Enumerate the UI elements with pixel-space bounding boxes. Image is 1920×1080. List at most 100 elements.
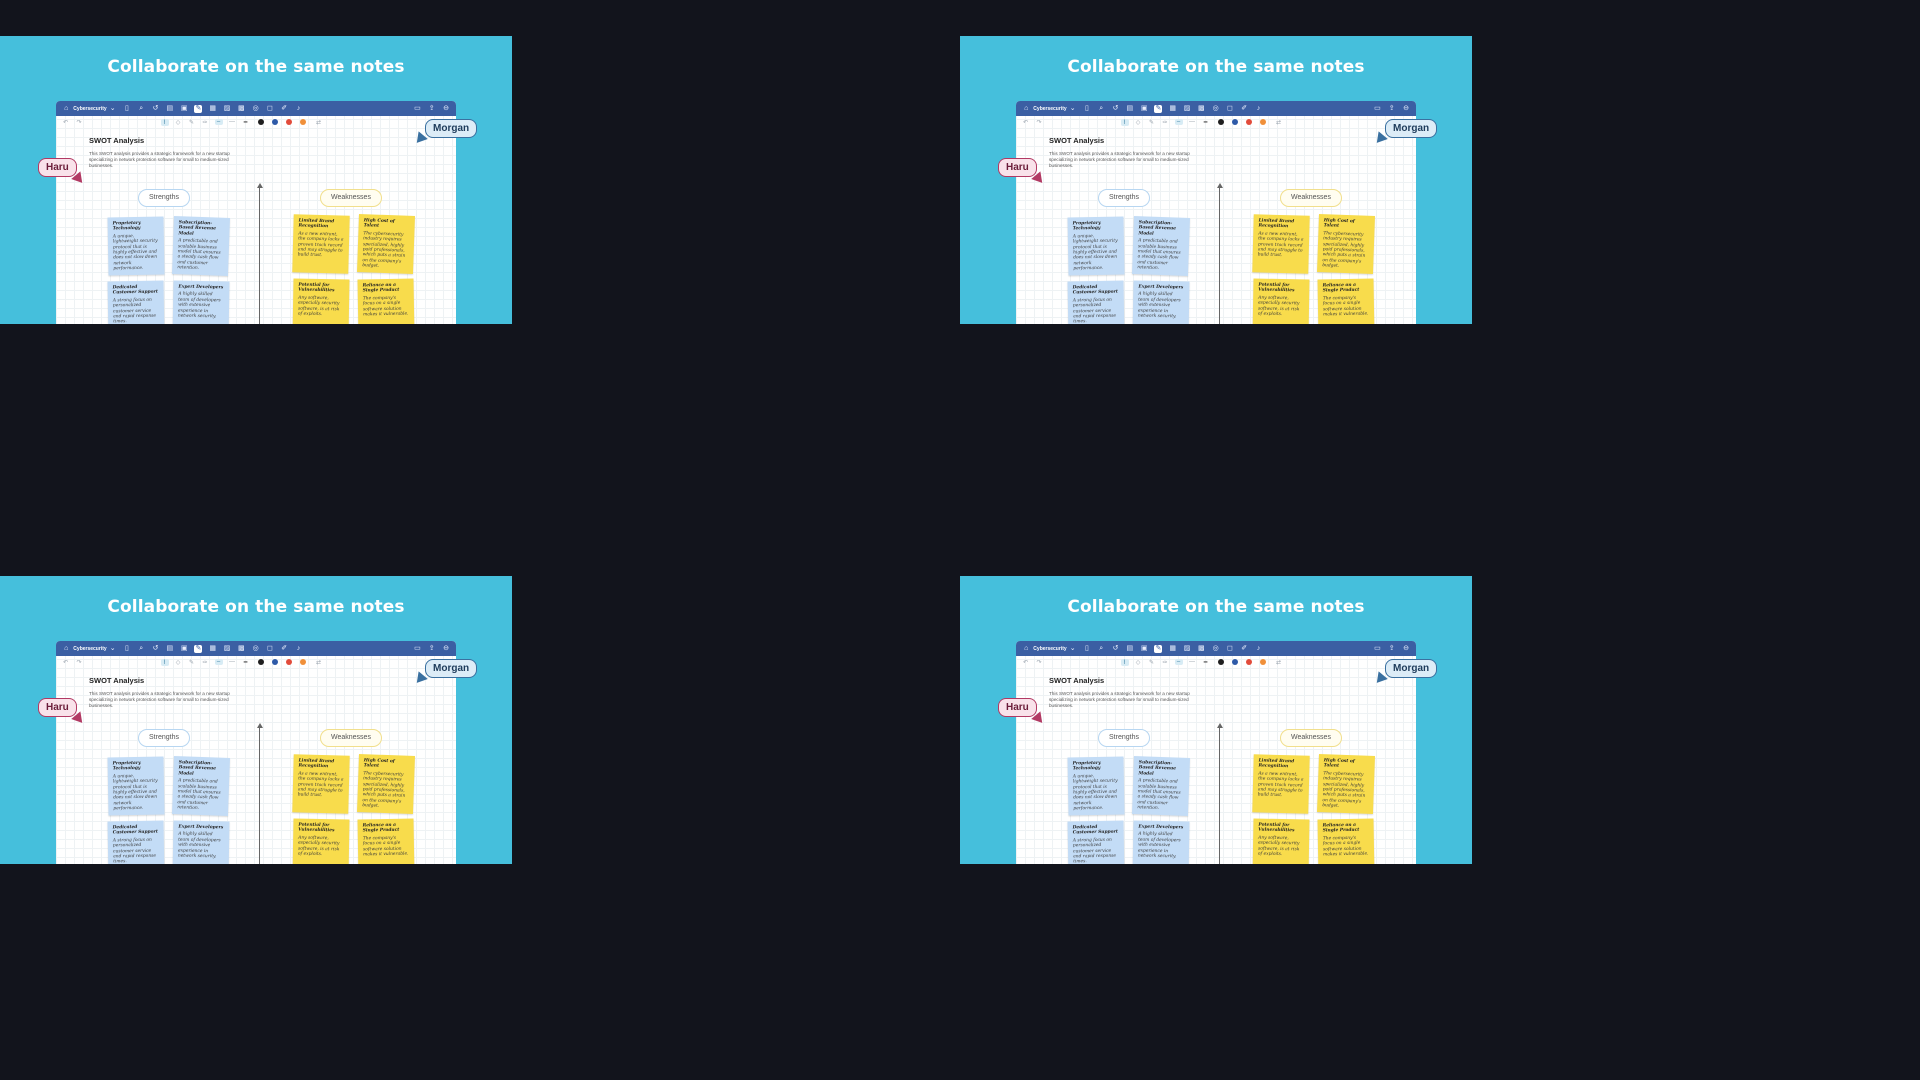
color-swatch-blue[interactable]	[271, 659, 278, 665]
sticky-note[interactable]: Potential for Vulnerabilities Any softwar…	[292, 818, 350, 864]
thick-stroke-icon[interactable]: ━	[1202, 119, 1210, 126]
sticky-note[interactable]: Expert Developers A highly skilled team o…	[1132, 280, 1190, 324]
mic-icon[interactable]: ♪	[1255, 105, 1263, 113]
sticky-note[interactable]: Potential for Vulnerabilities Any softwar…	[1252, 278, 1310, 324]
layout-icon[interactable]: ▣	[180, 645, 188, 653]
thick-stroke-icon[interactable]: ━	[242, 659, 250, 666]
highlighter-icon[interactable]: ✑	[1161, 119, 1169, 126]
sticky-note[interactable]: Subscription-Based Revenue Model A predic…	[1132, 756, 1190, 816]
thick-stroke-icon[interactable]: ━	[242, 119, 250, 126]
medium-stroke-icon[interactable]: —	[1188, 659, 1196, 665]
more-icon[interactable]: ⊖	[1402, 105, 1410, 113]
shapes-icon[interactable]: ◎	[252, 105, 260, 113]
chevron-down-icon[interactable]: ⌄	[1069, 105, 1077, 113]
redo-icon[interactable]: ↷	[1035, 659, 1043, 666]
color-swatch-red[interactable]	[285, 659, 292, 665]
sticky-note[interactable]: Potential for Vulnerabilities Any softwar…	[1252, 818, 1310, 864]
share-icon[interactable]: ⇪	[1388, 105, 1396, 113]
sticky-note[interactable]: Subscription-Based Revenue Model A predic…	[172, 756, 230, 816]
sticky-note[interactable]: Dedicated Customer Support A strong focus…	[107, 280, 165, 324]
thick-stroke-icon[interactable]: ━	[1202, 659, 1210, 666]
sidebar-icon[interactable]: ▯	[1083, 105, 1091, 113]
color-swatch-orange[interactable]	[299, 119, 306, 125]
sticker-icon[interactable]: ▩	[237, 105, 245, 113]
sticky-note[interactable]: Dedicated Customer Support A strong focus…	[1067, 820, 1125, 864]
more-tools-icon[interactable]: ⇄	[1275, 659, 1283, 666]
redo-icon[interactable]: ↷	[75, 119, 83, 126]
sticky-note[interactable]: Limited Brand Recognition As a new entran…	[1252, 754, 1310, 814]
table-icon[interactable]: ▦	[209, 645, 217, 653]
undo-icon[interactable]: ↶	[62, 659, 70, 666]
highlighter-icon[interactable]: ✑	[201, 659, 209, 666]
pen-tool-icon[interactable]: ✎	[1148, 659, 1156, 666]
color-swatch-blue[interactable]	[1231, 119, 1238, 125]
lasso-icon[interactable]: ⌇	[1120, 658, 1129, 666]
sticky-note[interactable]: Subscription-Based Revenue Model A predic…	[1132, 216, 1190, 276]
doc-icon[interactable]: ▭	[1373, 105, 1381, 113]
highlighter-icon[interactable]: ✑	[201, 119, 209, 126]
sticky-note[interactable]: Proprietary Technology A unique, lightwei…	[1067, 216, 1125, 276]
sticky-note[interactable]: Expert Developers A highly skilled team o…	[1132, 820, 1190, 864]
color-swatch-orange[interactable]	[1259, 119, 1266, 125]
doc-icon[interactable]: ▭	[413, 105, 421, 113]
undo-icon[interactable]: ↺	[1112, 645, 1120, 653]
more-icon[interactable]: ⊖	[1402, 645, 1410, 653]
image-icon[interactable]: ▨	[223, 645, 231, 653]
undo-icon[interactable]: ↶	[62, 119, 70, 126]
medium-stroke-icon[interactable]: —	[228, 659, 236, 665]
share-icon[interactable]: ⇪	[428, 645, 436, 653]
home-icon[interactable]: ⌂	[62, 105, 70, 113]
image-icon[interactable]: ▨	[1183, 645, 1191, 653]
undo-icon[interactable]: ↶	[1022, 659, 1030, 666]
sticky-note[interactable]: Limited Brand Recognition As a new entran…	[1252, 214, 1310, 274]
sticky-note[interactable]: Reliance on a Single Product The company'…	[357, 818, 415, 864]
sticker-icon[interactable]: ▩	[1197, 105, 1205, 113]
pen-icon[interactable]: ✎	[194, 644, 203, 653]
home-icon[interactable]: ⌂	[62, 645, 70, 653]
sticky-note[interactable]: High Cost of Talent The cybersecurity ind…	[357, 214, 415, 274]
sticky-note[interactable]: Reliance on a Single Product The company'…	[1317, 278, 1375, 324]
mic-icon[interactable]: ♪	[1255, 645, 1263, 653]
color-swatch-black[interactable]	[257, 119, 264, 125]
share-icon[interactable]: ⇪	[1388, 645, 1396, 653]
medium-stroke-icon[interactable]: —	[1188, 119, 1196, 125]
color-swatch-red[interactable]	[1245, 119, 1252, 125]
bookmark-icon[interactable]: ▤	[1126, 645, 1134, 653]
pencil-icon[interactable]: ✐	[1240, 645, 1248, 653]
sidebar-icon[interactable]: ▯	[123, 105, 131, 113]
sticky-note[interactable]: Potential for Vulnerabilities Any softwar…	[292, 278, 350, 324]
document-name[interactable]: Cybersecurity	[73, 646, 106, 652]
eraser-icon[interactable]: ◇	[1134, 119, 1142, 126]
shapes-icon[interactable]: ◎	[252, 645, 260, 653]
color-swatch-black[interactable]	[1217, 119, 1224, 125]
color-swatch-black[interactable]	[1217, 659, 1224, 665]
color-swatch-orange[interactable]	[1259, 659, 1266, 665]
bookmark-icon[interactable]: ▤	[1126, 105, 1134, 113]
comment-icon[interactable]: ◻	[266, 105, 274, 113]
color-swatch-blue[interactable]	[271, 119, 278, 125]
bookmark-icon[interactable]: ▤	[166, 105, 174, 113]
table-icon[interactable]: ▦	[209, 105, 217, 113]
color-swatch-red[interactable]	[285, 119, 292, 125]
sticky-note[interactable]: Proprietary Technology A unique, lightwei…	[107, 756, 165, 816]
sticky-note[interactable]: Subscription-Based Revenue Model A predic…	[172, 216, 230, 276]
color-swatch-red[interactable]	[1245, 659, 1252, 665]
undo-icon[interactable]: ↺	[152, 105, 160, 113]
bookmark-icon[interactable]: ▤	[166, 645, 174, 653]
sticky-note[interactable]: High Cost of Talent The cybersecurity ind…	[1317, 214, 1375, 274]
document-name[interactable]: Cybersecurity	[1033, 106, 1066, 112]
more-icon[interactable]: ⊖	[442, 105, 450, 113]
sticky-note[interactable]: Expert Developers A highly skilled team o…	[172, 280, 230, 324]
highlighter-icon[interactable]: ✑	[1161, 659, 1169, 666]
color-swatch-orange[interactable]	[299, 659, 306, 665]
chevron-down-icon[interactable]: ⌄	[1069, 645, 1077, 653]
search-icon[interactable]: ⌕	[137, 645, 145, 653]
layout-icon[interactable]: ▣	[180, 105, 188, 113]
eraser-icon[interactable]: ◇	[174, 659, 182, 666]
more-icon[interactable]: ⊖	[442, 645, 450, 653]
eraser-icon[interactable]: ◇	[174, 119, 182, 126]
table-icon[interactable]: ▦	[1169, 645, 1177, 653]
sticky-note[interactable]: Proprietary Technology A unique, lightwei…	[107, 216, 165, 276]
sticker-icon[interactable]: ▩	[237, 645, 245, 653]
pen-tool-icon[interactable]: ✎	[188, 659, 196, 666]
